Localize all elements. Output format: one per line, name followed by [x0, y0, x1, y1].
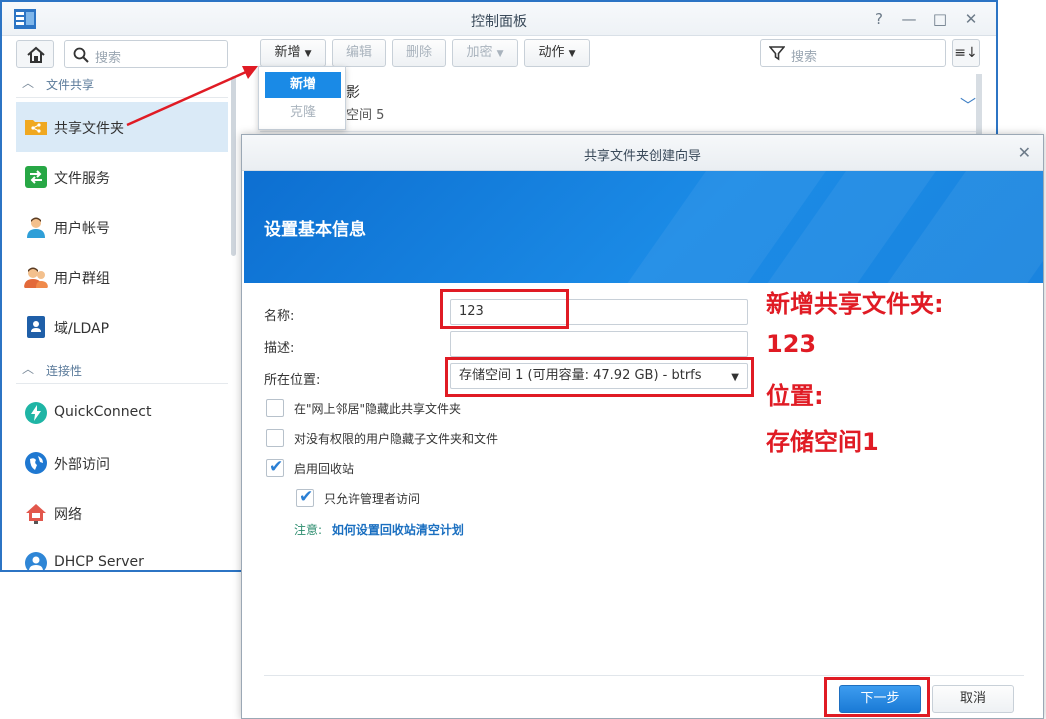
wizard-titlebar: 共享文件夹创建向导 ✕: [242, 135, 1043, 171]
name-label: 名称:: [264, 309, 295, 324]
admin-only-checkbox[interactable]: ✔: [296, 487, 314, 507]
wizard-banner: 设置基本信息: [244, 171, 1043, 283]
cancel-button[interactable]: 取消: [932, 685, 1014, 713]
admin-only-label: 只允许管理者访问: [324, 492, 421, 506]
annotation-line-1: 新增共享文件夹:: [766, 290, 944, 318]
wizard-heading: 设置基本信息: [264, 220, 366, 240]
close-icon[interactable]: ✕: [1018, 143, 1031, 162]
note-label: 注意:: [294, 523, 323, 537]
hide-in-network-label: 在"网上邻居"隐藏此共享文件夹: [294, 402, 462, 416]
wizard-title: 共享文件夹创建向导: [583, 149, 701, 164]
next-highlight-box: [824, 677, 930, 717]
hide-subfolders-label: 对没有权限的用户隐藏子文件夹和文件: [294, 432, 499, 446]
description-input[interactable]: [450, 331, 748, 357]
location-highlight-box: [445, 357, 754, 397]
annotation-line-4: 存储空间1: [766, 428, 879, 456]
annotation-line-2: 123: [766, 330, 817, 358]
recycle-schedule-link[interactable]: 如何设置回收站清空计划: [332, 523, 464, 537]
enable-recycle-bin-label: 启用回收站: [294, 462, 355, 476]
hide-subfolders-checkbox[interactable]: [266, 429, 284, 447]
hide-in-network-checkbox[interactable]: [266, 399, 284, 417]
enable-recycle-bin-checkbox[interactable]: ✔: [266, 457, 284, 477]
footer-divider: [264, 675, 1024, 676]
annotation-line-3: 位置:: [766, 382, 824, 410]
recycle-bin-note: 注意: 如何设置回收站清空计划: [294, 521, 464, 538]
checkmark-icon: ✔: [269, 457, 284, 477]
name-highlight-box: [440, 289, 569, 329]
location-label: 所在位置:: [264, 373, 321, 388]
shared-folder-wizard: 共享文件夹创建向导 ✕ 设置基本信息 名称: 123 描述: 所在位置: 存储空…: [241, 134, 1044, 719]
description-label: 描述:: [264, 341, 295, 356]
checkmark-icon: ✔: [299, 487, 314, 507]
